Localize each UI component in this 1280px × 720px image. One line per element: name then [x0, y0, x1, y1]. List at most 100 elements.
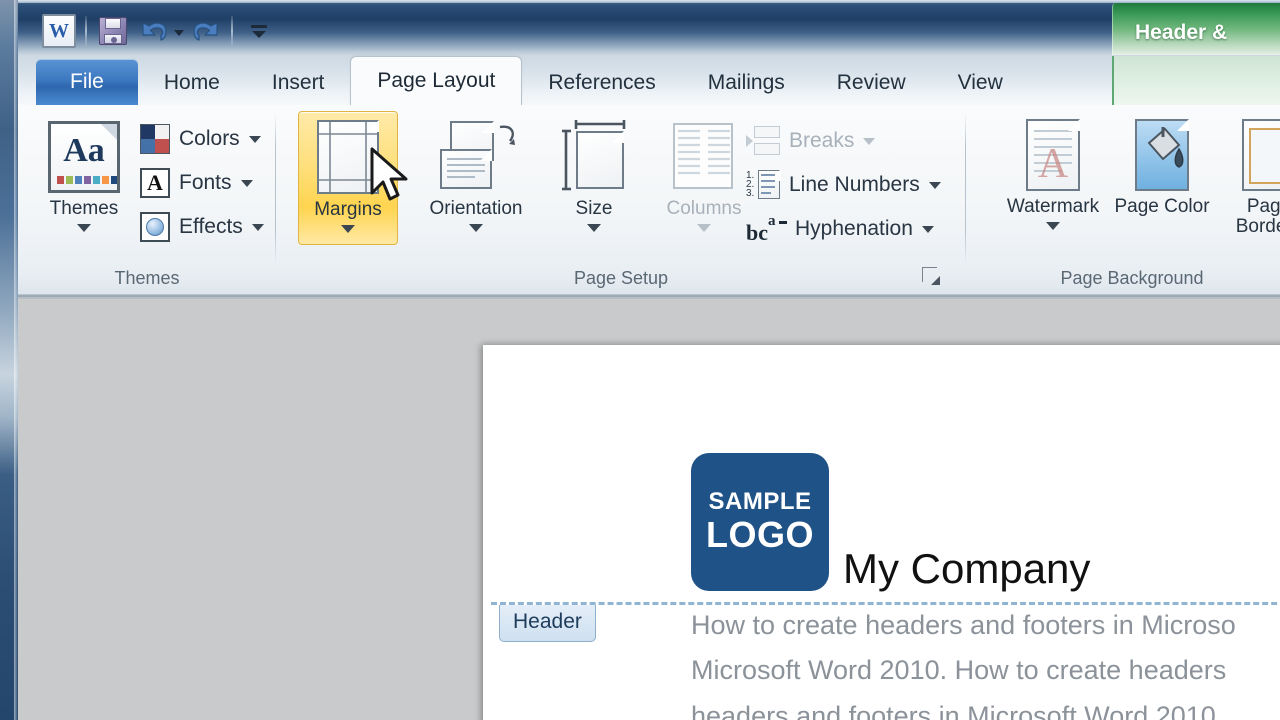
page-color-icon: [1135, 119, 1189, 191]
size-icon: [558, 119, 630, 193]
tab-references[interactable]: References: [522, 60, 681, 105]
page-setup-small-buttons: Breaks 1. 2. 3. Line Numbers bc a Hyphen…: [746, 119, 941, 251]
margins-dropdown-caret[interactable]: [341, 224, 355, 233]
qat-separator-2: [231, 16, 233, 46]
hyphenation-label: Hyphenation: [795, 217, 913, 240]
themes-button[interactable]: Aa Themes: [32, 113, 136, 232]
chevron-down-icon: [248, 18, 270, 44]
margins-icon: [317, 120, 379, 194]
line-numbers-icon: 1. 2. 3.: [746, 169, 781, 201]
columns-icon: [673, 119, 735, 193]
sample-logo-line1: SAMPLE: [708, 488, 812, 515]
orientation-button[interactable]: Orientation: [406, 111, 546, 232]
theme-effects-icon: [140, 212, 170, 242]
window-border-left: [0, 0, 18, 720]
redo-icon: [193, 22, 218, 41]
word-app-button[interactable]: W: [38, 10, 80, 52]
theme-effects-caret[interactable]: [251, 223, 264, 231]
watermark-button-label: Watermark: [1006, 196, 1100, 217]
hyphenation-button[interactable]: bc a Hyphenation: [746, 207, 941, 251]
orientation-button-label: Orientation: [429, 198, 523, 219]
undo-icon: [142, 22, 167, 41]
theme-effects-button[interactable]: Effects: [140, 205, 264, 249]
page-setup-dialog-launcher[interactable]: [920, 265, 942, 287]
tab-mailings[interactable]: Mailings: [682, 60, 811, 105]
margins-button-label: Margins: [314, 199, 382, 220]
svg-text:A: A: [1038, 141, 1069, 187]
word-logo-icon: W: [42, 14, 76, 48]
tab-review-label: Review: [836, 70, 906, 94]
theme-fonts-button[interactable]: A Fonts: [140, 161, 264, 205]
orientation-icon: [436, 119, 516, 193]
ribbon-group-page-setup: Margins Orientation Size Columns Breaks …: [276, 105, 966, 295]
tab-review[interactable]: Review: [811, 60, 932, 105]
contextual-tab-label: Header &: [1135, 21, 1228, 44]
header-body-line-1: How to create headers and footers in Mic…: [691, 610, 1236, 640]
breaks-caret[interactable]: [863, 137, 876, 145]
watermark-dropdown-caret[interactable]: [1046, 221, 1060, 230]
breaks-button[interactable]: Breaks: [746, 119, 941, 163]
undo-button[interactable]: [134, 10, 176, 52]
line-numbers-caret[interactable]: [928, 181, 941, 189]
tab-page-layout[interactable]: Page Layout: [350, 56, 523, 105]
margins-button[interactable]: Margins: [298, 111, 398, 245]
word-window: W Header & File Home Insert Page Layout …: [0, 0, 1280, 720]
ribbon-group-page-background: A Watermark Page Color Pag Bord Page Bac…: [966, 105, 1280, 295]
line-numbers-button[interactable]: 1. 2. 3. Line Numbers: [746, 163, 941, 207]
tab-file[interactable]: File: [36, 59, 138, 105]
theme-colors-caret[interactable]: [248, 135, 261, 143]
ribbon-tab-strip: File Home Insert Page Layout References …: [18, 56, 1280, 105]
tab-home-label: Home: [163, 70, 220, 94]
theme-colors-button[interactable]: Colors: [140, 117, 264, 161]
tab-insert[interactable]: Insert: [246, 60, 351, 105]
size-dropdown-caret[interactable]: [587, 223, 601, 232]
sample-logo-line2: LOGO: [706, 514, 814, 555]
title-bar: W Header &: [18, 0, 1280, 56]
columns-dropdown-caret[interactable]: [697, 223, 711, 232]
header-body-line-2: Microsoft Word 2010. How to create heade…: [691, 655, 1227, 686]
redo-button[interactable]: [184, 10, 226, 52]
size-button-label: Size: [575, 198, 613, 219]
page-borders-button[interactable]: Page Borders: [1216, 111, 1280, 237]
page-borders-button-label: Page Borders: [1235, 196, 1280, 237]
sample-logo-image[interactable]: SAMPLE LOGO: [691, 453, 829, 591]
hyphenation-icon: bc a: [746, 213, 787, 245]
tab-home[interactable]: Home: [138, 60, 246, 105]
ribbon-group-themes: Aa Themes Colors A Fonts Effects Themes: [18, 105, 276, 295]
breaks-icon: [746, 126, 780, 156]
company-name-text: My Company: [843, 545, 1091, 592]
contextual-tab-strip-area: [1112, 56, 1280, 105]
themes-button-label: Themes: [49, 198, 119, 219]
document-page[interactable]: SAMPLE LOGO My Company Header How to cre…: [483, 345, 1280, 720]
save-button[interactable]: [92, 10, 134, 52]
header-area-tag: Header: [499, 605, 596, 642]
theme-colors-label: Colors: [179, 127, 240, 150]
ribbon-tabs: File Home Insert Page Layout References …: [18, 56, 1029, 105]
line-numbers-label: Line Numbers: [789, 173, 920, 196]
orientation-dropdown-caret[interactable]: [469, 223, 483, 232]
size-button[interactable]: Size: [548, 111, 640, 232]
group-title-themes: Themes: [114, 268, 180, 288]
contextual-tab-banner: Header &: [1112, 3, 1280, 55]
themes-small-buttons: Colors A Fonts Effects: [140, 117, 264, 249]
group-title-page-background: Page Background: [1060, 268, 1204, 288]
customize-qat-button[interactable]: [238, 10, 280, 52]
watermark-icon: A: [1026, 119, 1080, 191]
ribbon: Aa Themes Colors A Fonts Effects Themes …: [18, 105, 1280, 297]
tab-view-label: View: [957, 70, 1003, 94]
page-color-button[interactable]: Page Color: [1112, 111, 1212, 217]
theme-fonts-caret[interactable]: [240, 179, 253, 187]
tab-view[interactable]: View: [932, 60, 1029, 105]
themes-dropdown-caret[interactable]: [77, 223, 91, 232]
page-color-button-label: Page Color: [1114, 196, 1210, 217]
theme-effects-label: Effects: [179, 215, 243, 238]
hyphenation-caret[interactable]: [921, 225, 934, 233]
qat-separator-1: [85, 16, 87, 46]
header-body-text[interactable]: How to create headers and footers in Mic…: [691, 603, 1280, 720]
tab-references-label: References: [548, 70, 656, 94]
header-body-line-3: headers and footers in Microsoft Word 20…: [691, 700, 1224, 720]
watermark-button[interactable]: A Watermark: [994, 111, 1112, 230]
page-borders-icon: [1242, 119, 1280, 191]
tab-insert-label: Insert: [271, 70, 325, 94]
tab-mailings-label: Mailings: [707, 70, 785, 94]
